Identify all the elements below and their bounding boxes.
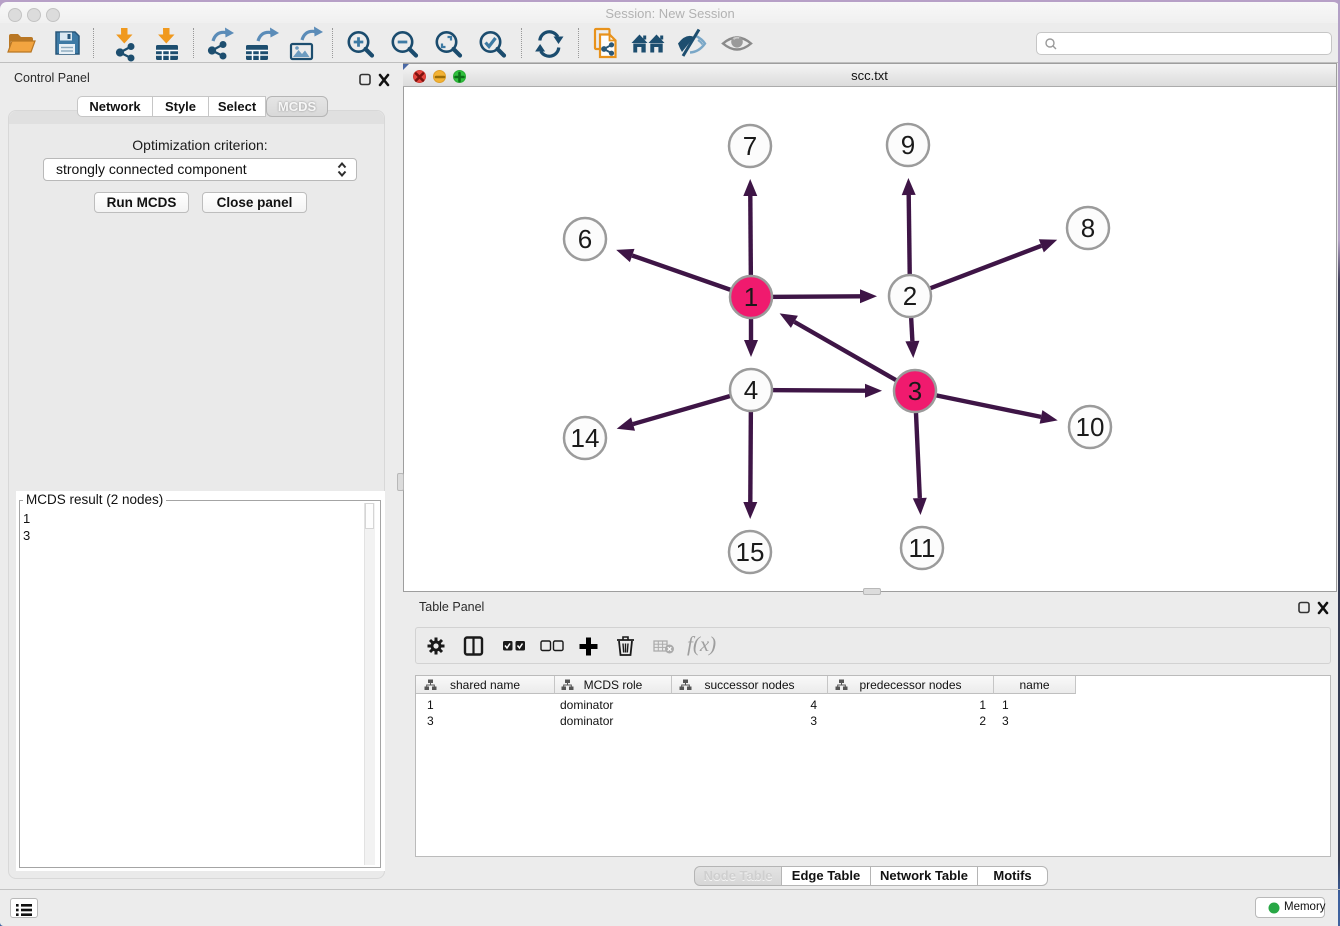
svg-text:8: 8 [1081,213,1095,243]
svg-text:14: 14 [571,423,600,453]
svg-text:9: 9 [901,130,915,160]
svg-text:7: 7 [743,131,757,161]
svg-text:10: 10 [1076,412,1105,442]
svg-text:6: 6 [578,224,592,254]
svg-text:1: 1 [744,282,758,312]
svg-text:4: 4 [744,375,758,405]
svg-text:3: 3 [908,376,922,406]
svg-text:15: 15 [736,537,765,567]
svg-text:2: 2 [903,281,917,311]
svg-text:11: 11 [909,533,936,563]
